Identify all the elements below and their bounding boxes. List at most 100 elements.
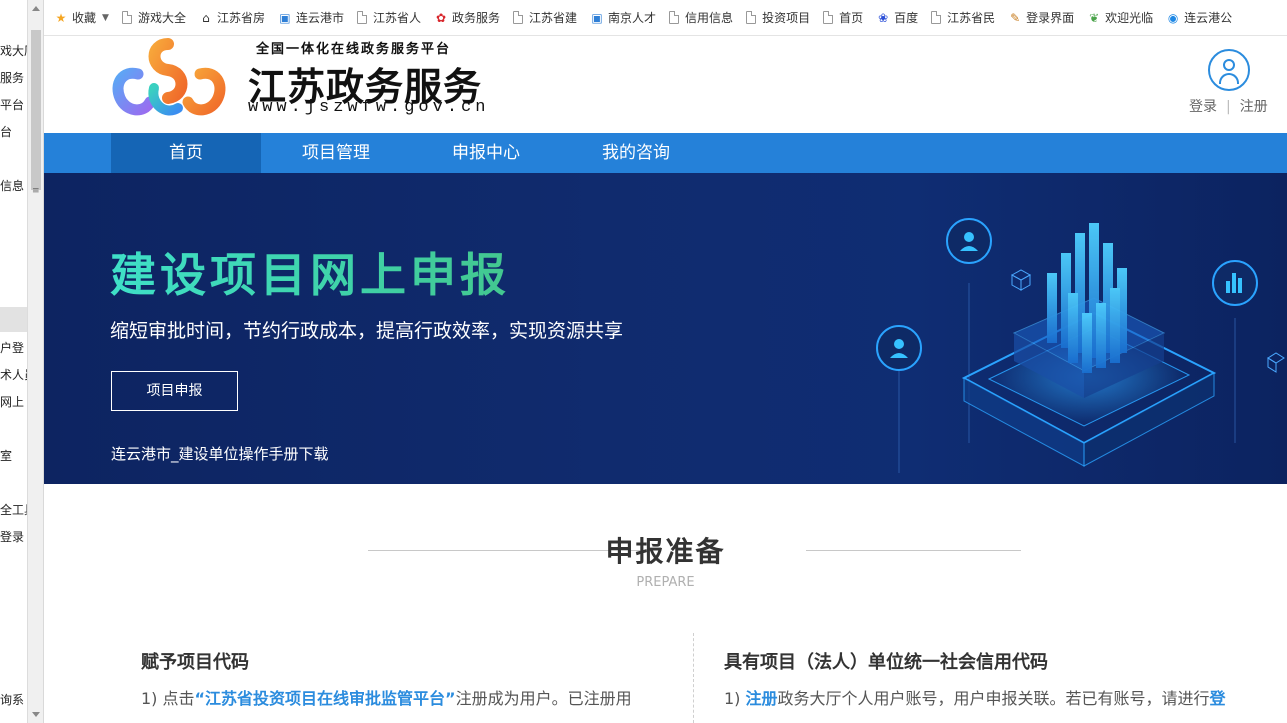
bookmark-label: 百度 [894,11,919,25]
left-panel-item[interactable]: 服务 [0,69,24,86]
section-title: 申报准备 [605,535,726,568]
credit-code-text: 1) 注册政务大厅个人用户账号，用户申报关联。若已有账号，请进行登 [724,686,1226,712]
bookmark-item[interactable]: 信用信息 [669,9,733,26]
doc-icon [823,11,834,24]
bookmark-label: 欢迎光临 [1105,11,1154,25]
bookmark-item[interactable]: 游戏大全 [121,9,186,26]
doc-icon [931,11,942,24]
manual-download-link[interactable]: 连云港市_建设单位操作手册下载 [111,443,329,464]
column-divider [693,633,694,723]
bookmark-item[interactable]: ✎ 登录界面 [1008,9,1074,26]
bookmark-item[interactable]: ★ 收藏 ▼ [54,9,109,26]
doc-icon [669,11,680,24]
bookmark-item[interactable]: 江苏省人 [356,9,421,26]
leaf-icon: ❦ [1089,10,1100,25]
bookmark-label: 江苏省建 [529,11,578,25]
left-panel-item[interactable]: 网上 [0,393,24,410]
left-panel-item[interactable]: 登录 [0,528,24,545]
nav-home[interactable]: 首页 [111,133,261,173]
left-panel-item[interactable]: 询系 [0,691,24,708]
credit-code-text-suffix: 政务大厅个人用户账号，用户申报关联。若已有账号，请进行 [777,689,1210,708]
star-icon: ★ [55,10,67,25]
doc-icon [513,11,524,24]
banner-title: 建设项目网上申报 [110,239,510,305]
project-apply-button[interactable]: 项目申报 [111,371,238,411]
scrollbar-grip-icon: ≡ [32,186,40,196]
bookmark-label: 江苏省民 [947,11,996,25]
baidu-paw-icon: ❀ [878,10,889,25]
bookmark-item[interactable]: ❀ 百度 [876,9,918,26]
auth-separator: | [1226,99,1231,115]
site-header: 全国一体化在线政务服务平台 江苏政务服务 www.jszwfw.gov.cn 登… [44,36,1287,133]
bookmark-item[interactable]: ⌂ 江苏省房 [199,9,265,26]
jiangsu-logo-icon[interactable] [110,38,228,118]
bookmark-label: 投资项目 [762,11,811,25]
project-code-text-suffix: 注册成为用户。已注册用 [455,689,632,708]
platform-subtitle: 全国一体化在线政务服务平台 [256,42,452,57]
bookmark-item[interactable]: ✿ 政务服务 [434,9,500,26]
left-side-panel: 戏大厅 服务 平台台信息 户登 术人员 网上室全工具 登录 询系 ≡ [0,0,44,723]
bookmark-label: 游戏大全 [137,11,186,25]
bookmark-label: 登录界面 [1026,11,1075,25]
pen-icon: ✎ [1010,10,1021,25]
gov-emblem-icon: ✿ [435,10,447,25]
bookmark-label: 连云港公 [1184,11,1233,25]
nav-project-management[interactable]: 项目管理 [261,133,411,173]
bookmark-item[interactable]: 首页 [823,9,863,26]
login-account-link[interactable]: 登 [1210,689,1226,708]
user-avatar-icon[interactable] [1208,49,1250,91]
auth-links: 登录 | 注册 [1189,96,1268,116]
scrollbar-thumb[interactable] [31,30,41,190]
left-panel-item[interactable]: 平台 [0,96,24,113]
bookmark-label: 南京人才 [608,11,657,25]
bookmark-label: 连云港市 [295,11,344,25]
project-code-text-prefix: 1) 点击 [141,689,195,708]
bookmark-item[interactable]: 投资项目 [746,9,810,26]
left-panel-selected-row [0,307,27,332]
bookmark-label: 首页 [839,11,864,25]
bookmark-item[interactable]: ◉ 连云港公 [1166,9,1232,26]
project-code-text: 1) 点击“江苏省投资项目在线审批监管平台”注册成为用户。已注册用 [141,686,632,712]
nav-application-center[interactable]: 申报中心 [411,133,561,173]
doc-icon [746,11,757,24]
credit-code-title: 具有项目（法人）单位统一社会信用代码 [724,652,1048,673]
site-logo-icon: ▣ [279,10,291,25]
bookmark-label: 江苏省人 [372,11,421,25]
doc-icon [356,11,367,24]
left-panel-item[interactable]: 室 [0,447,12,464]
site-logo-icon: ▣ [591,10,603,25]
bookmark-item[interactable]: 江苏省建 [513,9,577,26]
jiangsu-approval-platform-link[interactable]: “江苏省投资项目在线审批监管平台” [195,689,456,708]
bookmarks-bar: ★ 收藏 ▼ 游戏大全 ⌂ 江苏省房 ▣ 连云港市 江苏省人 ✿ 政务服务 江苏省建 ▣ 南京人才 信用信息… [44,0,1287,36]
nav-my-consultation[interactable]: 我的咨询 [561,133,711,173]
hero-banner: 建设项目网上申报 缩短审批时间，节约行政成本，提高行政效率，实现资源共享 项目申… [44,173,1287,484]
register-link[interactable]: 注册 [1240,99,1268,115]
bookmark-label: 江苏省房 [216,11,265,25]
section-subtitle: PREPARE [636,575,695,590]
scroll-down-arrow-icon[interactable] [32,712,40,717]
dropdown-arrow-icon[interactable]: ▼ [102,13,109,23]
bookmark-label: 收藏 [72,11,97,25]
circle-logo-icon: ◉ [1167,10,1179,25]
left-panel-scrollbar[interactable]: ≡ [27,0,43,723]
house-icon: ⌂ [202,10,210,25]
bookmark-item[interactable]: ▣ 南京人才 [590,9,656,26]
bookmark-item[interactable]: ❦ 欢迎光临 [1087,9,1153,26]
doc-icon [121,11,132,24]
bookmark-item[interactable]: ▣ 连云港市 [278,9,344,26]
left-panel-item[interactable]: 信息 [0,177,24,194]
isometric-data-illustration [876,218,1285,473]
bookmark-label: 政务服务 [452,11,501,25]
register-account-link[interactable]: 注册 [746,689,778,708]
left-panel-item[interactable]: 台 [0,123,12,140]
credit-code-text-prefix: 1) [724,689,746,708]
scroll-up-arrow-icon[interactable] [32,6,40,11]
project-code-title: 赋予项目代码 [141,652,249,673]
login-link[interactable]: 登录 [1189,99,1217,115]
site-url: www.jszwfw.gov.cn [248,98,490,117]
left-panel-item[interactable]: 户登 [0,339,24,356]
banner-subtitle: 缩短审批时间，节约行政成本，提高行政效率，实现资源共享 [110,320,624,342]
main-nav: 首页 项目管理 申报中心 我的咨询 [44,133,1287,173]
bookmark-item[interactable]: 江苏省民 [931,9,995,26]
bookmark-label: 信用信息 [685,11,734,25]
